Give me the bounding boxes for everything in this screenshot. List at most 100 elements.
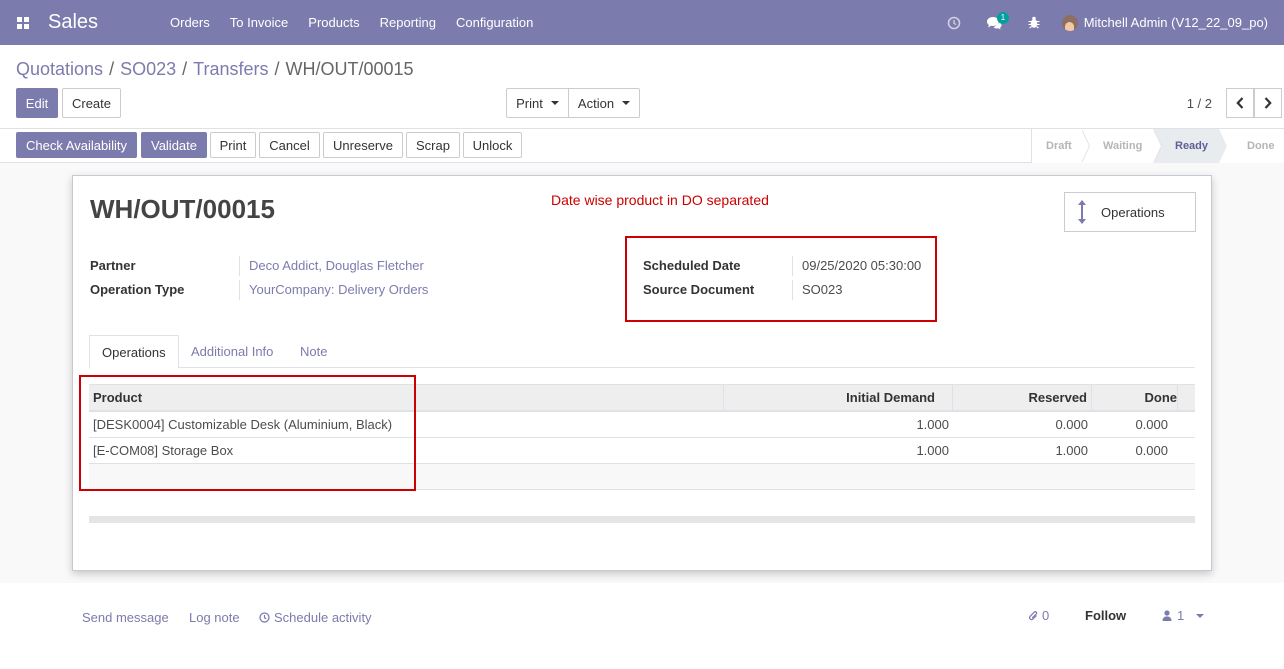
breadcrumb-transfers[interactable]: Transfers — [193, 59, 268, 79]
main-menu: Orders To Invoice Products Reporting Con… — [160, 0, 543, 45]
follow-button[interactable]: Follow — [1085, 608, 1126, 623]
menu-item-to-invoice[interactable]: To Invoice — [220, 0, 299, 45]
column-header-initial-demand[interactable]: Initial Demand — [846, 385, 935, 411]
column-divider — [1091, 385, 1092, 411]
status-steps: Draft Waiting Ready Done — [1031, 129, 1284, 163]
status-step-label: Draft — [1046, 140, 1072, 152]
operations-smart-button-label: Operations — [1101, 204, 1165, 220]
tab-note[interactable]: Note — [300, 335, 327, 368]
partner-field[interactable]: Deco Addict, Douglas Fletcher — [249, 258, 424, 273]
status-step-label: Waiting — [1103, 140, 1143, 152]
validate-button[interactable]: Validate — [141, 132, 207, 158]
caret-down-icon — [622, 101, 631, 105]
pager-next-button[interactable] — [1254, 88, 1282, 118]
column-divider — [1177, 385, 1178, 411]
app-name[interactable]: Sales — [48, 11, 160, 34]
activity-clock-icon[interactable] — [934, 0, 974, 45]
print-dropdown-label: Print — [516, 95, 543, 111]
pager-previous-button[interactable] — [1226, 88, 1254, 118]
debug-bug-icon[interactable] — [1014, 0, 1054, 45]
cell-done: 0.000 — [1135, 417, 1168, 432]
breadcrumb-quotations[interactable]: Quotations — [16, 59, 103, 79]
schedule-activity-label: Schedule activity — [274, 610, 372, 625]
breadcrumb-separator: / — [182, 59, 188, 79]
breadcrumb-separator: / — [109, 59, 115, 79]
column-divider — [952, 385, 953, 411]
menu-item-configuration[interactable]: Configuration — [446, 0, 543, 45]
paperclip-icon — [1029, 610, 1038, 620]
attachments-count: 0 — [1042, 608, 1050, 623]
action-dropdown-button[interactable]: Action — [568, 88, 640, 118]
breadcrumb: Quotations / SO023/Transfers / WH/OUT/00015 — [16, 59, 414, 80]
print-dropdown-button[interactable]: Print — [506, 88, 569, 118]
status-step-ready: Ready — [1153, 129, 1227, 163]
field-divider — [239, 280, 240, 300]
pager-value[interactable]: 1 / 2 — [1187, 96, 1212, 111]
user-name: Mitchell Admin (V12_22_09_po) — [1083, 15, 1268, 30]
cell-reserved: 0.000 — [1055, 417, 1088, 432]
unlock-button[interactable]: Unlock — [463, 132, 522, 158]
chevron-right-icon — [1264, 97, 1272, 109]
apps-menu-icon[interactable] — [0, 0, 46, 45]
edit-button[interactable]: Edit — [16, 88, 58, 118]
unreserve-button[interactable]: Unreserve — [323, 132, 403, 158]
cell-done: 0.000 — [1135, 443, 1168, 458]
send-message-link[interactable]: Send message — [82, 610, 169, 625]
annotation-note: Date wise product in DO separated — [551, 192, 769, 208]
operation-type-label: Operation Type — [90, 282, 185, 297]
operations-smart-button[interactable]: Operations — [1064, 192, 1196, 232]
caret-down-icon — [550, 101, 559, 105]
avatar — [1061, 14, 1078, 31]
menu-item-reporting[interactable]: Reporting — [370, 0, 446, 45]
column-divider — [723, 385, 724, 411]
notebook-tabs: Operations Additional Info Note — [89, 335, 1195, 369]
action-dropdown-label: Action — [577, 95, 615, 111]
breadcrumb-current: WH/OUT/00015 — [285, 59, 414, 79]
column-header-reserved[interactable]: Reserved — [1028, 385, 1087, 411]
breadcrumb-separator: / — [274, 59, 280, 79]
chevron-left-icon — [1236, 97, 1244, 109]
control-panel: Quotations / SO023/Transfers / WH/OUT/00015 … — [0, 45, 1284, 163]
top-navbar: Sales Orders To Invoice Products Reporti… — [0, 0, 1284, 45]
breadcrumb-so023[interactable]: SO023 — [120, 59, 176, 79]
table-footer — [89, 516, 1195, 523]
status-step-label: Ready — [1175, 140, 1209, 152]
transfer-reference-title: WH/OUT/00015 — [90, 194, 275, 224]
messages-icon[interactable]: 1 — [974, 0, 1014, 45]
highlight-box-products — [79, 375, 416, 491]
clock-icon — [259, 612, 270, 623]
tab-additional-info[interactable]: Additional Info — [191, 335, 273, 368]
user-menu[interactable]: Mitchell Admin (V12_22_09_po) — [1054, 14, 1284, 31]
highlight-box-dates — [625, 236, 937, 322]
column-header-done[interactable]: Done — [1145, 385, 1178, 411]
followers-button[interactable]: 1 — [1162, 608, 1205, 623]
log-note-link[interactable]: Log note — [189, 610, 240, 625]
field-divider — [239, 256, 240, 276]
cell-initial-demand: 1.000 — [916, 417, 949, 432]
chatter: Send message Log note Schedule activity … — [0, 583, 1284, 669]
user-icon — [1162, 610, 1172, 621]
partner-label: Partner — [90, 258, 136, 273]
arrows-vertical-icon — [1078, 200, 1086, 224]
form-sheet: WH/OUT/00015 Date wise product in DO sep… — [72, 175, 1212, 571]
messages-count-badge: 1 — [996, 12, 1010, 24]
status-step-draft: Draft — [1031, 129, 1090, 163]
attachments-button[interactable]: 0 — [1028, 608, 1049, 623]
status-step-waiting: Waiting — [1081, 129, 1162, 163]
caret-down-icon — [1196, 613, 1205, 618]
menu-item-orders[interactable]: Orders — [160, 0, 220, 45]
create-button[interactable]: Create — [62, 88, 121, 118]
followers-count: 1 — [1177, 608, 1185, 623]
operation-type-field[interactable]: YourCompany: Delivery Orders — [249, 282, 428, 297]
tab-operations[interactable]: Operations — [89, 335, 179, 369]
cell-initial-demand: 1.000 — [916, 443, 949, 458]
cancel-button[interactable]: Cancel — [259, 132, 320, 158]
check-availability-button[interactable]: Check Availability — [16, 132, 137, 158]
print-button[interactable]: Print — [210, 132, 256, 158]
status-step-label: Done — [1247, 140, 1275, 152]
systray: 1 Mitchell Admin (V12_22_09_po) — [934, 0, 1284, 45]
cell-reserved: 1.000 — [1055, 443, 1088, 458]
scrap-button[interactable]: Scrap — [406, 132, 460, 158]
schedule-activity-link[interactable]: Schedule activity — [259, 610, 372, 625]
menu-item-products[interactable]: Products — [298, 0, 369, 45]
